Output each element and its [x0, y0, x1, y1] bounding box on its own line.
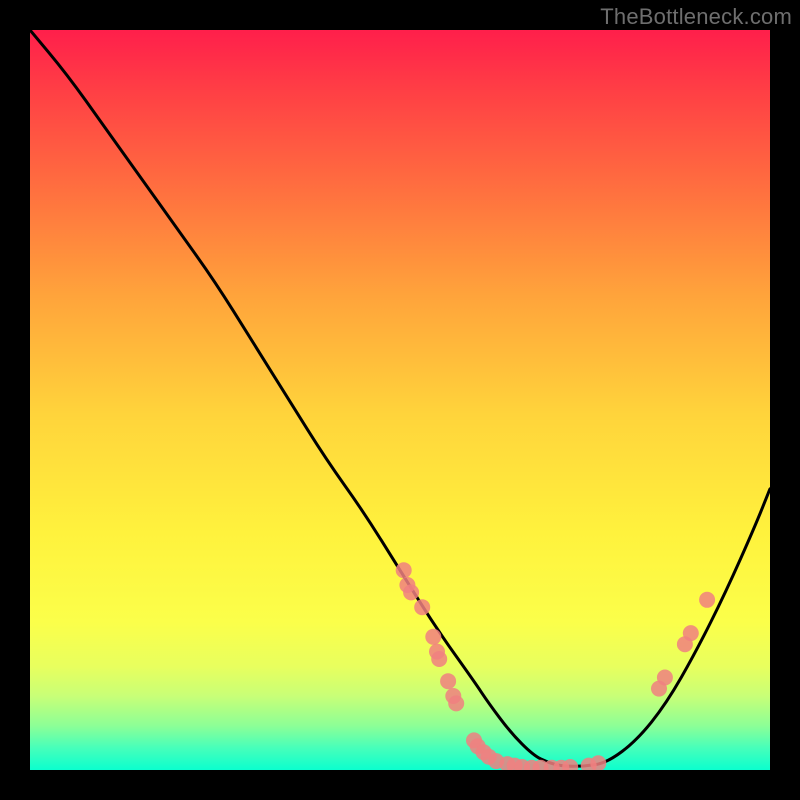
- data-point: [414, 599, 430, 615]
- plot-area: [30, 30, 770, 770]
- data-point: [396, 562, 412, 578]
- data-point: [657, 670, 673, 686]
- watermark-text: TheBottleneck.com: [600, 4, 792, 30]
- data-point: [683, 625, 699, 641]
- data-point: [590, 755, 606, 770]
- data-point: [403, 584, 419, 600]
- data-point: [699, 592, 715, 608]
- curve-layer: [30, 30, 770, 770]
- chart-frame: TheBottleneck.com: [0, 0, 800, 800]
- data-points: [396, 562, 715, 770]
- data-point: [431, 651, 447, 667]
- data-point: [448, 695, 464, 711]
- data-point: [440, 673, 456, 689]
- data-point: [425, 629, 441, 645]
- bottleneck-curve: [30, 30, 770, 766]
